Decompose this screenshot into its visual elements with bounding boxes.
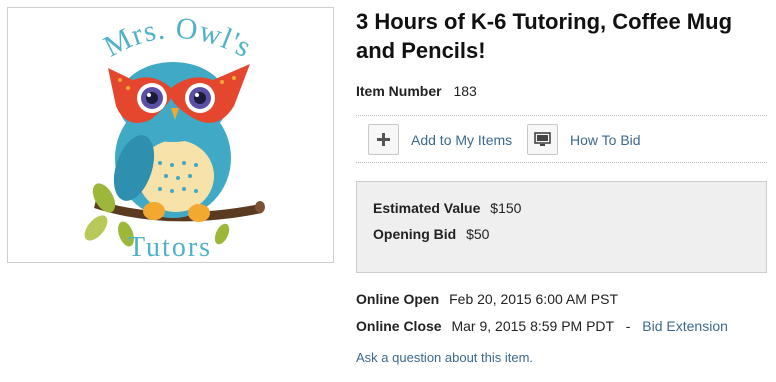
ask-question-link[interactable]: Ask a question about this item. (356, 350, 533, 365)
item-number-value: 183 (453, 83, 477, 99)
estimated-value-row: Estimated Value $150 (373, 200, 521, 216)
online-open-row: Online Open Feb 20, 2015 6:00 AM PST (356, 291, 618, 307)
opening-bid-value: $50 (466, 226, 490, 242)
logo-text-bottom: Tutors (128, 232, 212, 262)
how-to-bid-link[interactable]: How To Bid (570, 132, 641, 148)
opening-bid-row: Opening Bid $50 (373, 226, 489, 242)
monitor-icon (534, 132, 551, 146)
action-bar: Add to My Items How To Bid (356, 115, 767, 163)
value-box: Estimated Value $150 Opening Bid $50 (356, 181, 767, 273)
online-close-value: Mar 9, 2015 8:59 PM PDT (451, 318, 614, 334)
item-number-row: Item Number 183 (356, 83, 477, 99)
estimated-value-label: Estimated Value (373, 200, 481, 216)
opening-bid-label: Opening Bid (373, 226, 457, 242)
online-open-value: Feb 20, 2015 6:00 AM PST (449, 291, 619, 307)
add-to-my-items-link[interactable]: Add to My Items (411, 132, 512, 148)
owl-logo-image: Mrs. Owl's Tutors (84, 12, 265, 262)
online-close-row: Online Close Mar 9, 2015 8:59 PM PDT - B… (356, 318, 728, 334)
estimated-value: $150 (490, 200, 522, 216)
online-close-label: Online Close (356, 318, 442, 334)
bid-extension-link[interactable]: Bid Extension (642, 318, 728, 334)
how-to-bid-button[interactable] (527, 124, 558, 155)
item-number-label: Item Number (356, 83, 442, 99)
online-open-label: Online Open (356, 291, 440, 307)
item-image[interactable]: Mrs. Owl's Tutors (7, 7, 334, 263)
separator: - (625, 318, 631, 334)
logo-text-top: Mrs. Owl's (99, 12, 258, 65)
add-to-my-items-button[interactable] (368, 124, 399, 155)
item-title: 3 Hours of K-6 Tutoring, Coffee Mug and … (356, 9, 733, 63)
plus-icon (377, 133, 390, 146)
